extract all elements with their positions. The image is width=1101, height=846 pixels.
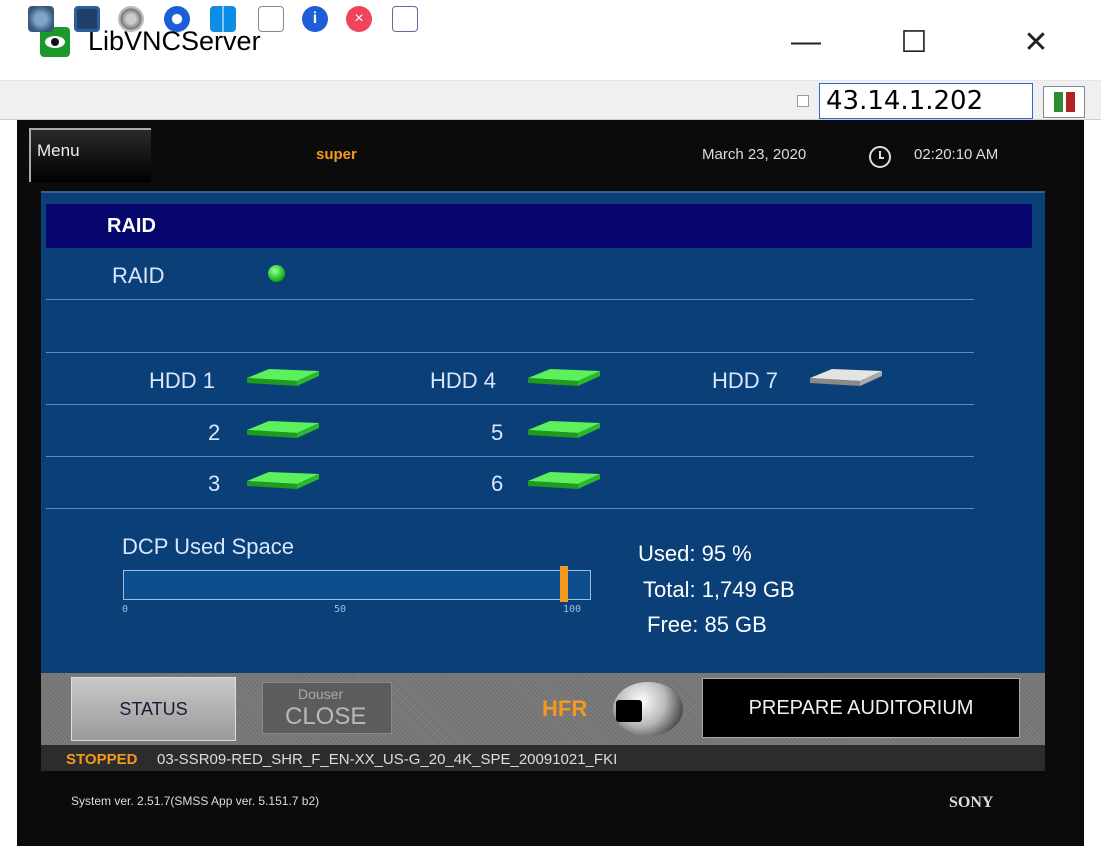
hdd-4-label: HDD 4 (430, 368, 497, 393)
hdd-5-icon[interactable] (528, 418, 600, 440)
hdd-4-icon[interactable] (528, 366, 600, 388)
divider (46, 456, 974, 457)
maximize-button[interactable]: ☐ (878, 12, 950, 72)
hdd-7-icon[interactable] (810, 366, 882, 388)
refresh-icon[interactable] (164, 6, 190, 32)
hdd-3-label: 3 (208, 471, 221, 496)
raid-status-label: RAID (112, 263, 165, 288)
view-only-checkbox[interactable] (797, 95, 809, 107)
user-label: super (316, 146, 357, 163)
prepare-auditorium-button[interactable]: PREPARE AUDITORIUM (702, 678, 1020, 738)
clock-icon (869, 146, 891, 168)
free-space-text: Free: 85 GB (647, 612, 767, 637)
scale-tick-label: 0 (122, 604, 129, 615)
connection-icon[interactable] (28, 6, 54, 32)
settings-icon[interactable] (118, 6, 144, 32)
raid-header-bar (46, 204, 1032, 248)
file-transfer-icon[interactable] (392, 6, 418, 32)
used-space-marker (560, 566, 568, 602)
divider (46, 352, 974, 353)
hdd-1-icon[interactable] (247, 366, 319, 388)
douser-label: Douser (298, 686, 344, 702)
hdd-1-label: HDD 1 (149, 368, 216, 393)
camera-icon (616, 700, 642, 722)
used-space-bar (123, 570, 591, 600)
minimize-button[interactable]: — (770, 12, 842, 72)
hdd-7-label: HDD 7 (712, 368, 779, 393)
close-button[interactable]: ✕ (1000, 12, 1072, 72)
brand-logo: SONY (949, 794, 994, 811)
divider (46, 404, 974, 405)
time-label: 02:20:10 AM (914, 146, 999, 163)
windows-key-icon[interactable] (210, 6, 236, 32)
disconnect-icon[interactable]: × (346, 6, 372, 32)
total-space-text: Total: 1,749 GB (643, 577, 795, 602)
dcp-used-space-label: DCP Used Space (122, 534, 295, 559)
raid-header-title: RAID (107, 215, 156, 237)
used-percent-text: Used: 95 % (638, 541, 752, 566)
status-button[interactable]: STATUS (71, 677, 236, 741)
divider (46, 508, 974, 509)
scale-tick-label: 100 (563, 604, 582, 615)
raid-status-led-icon (268, 265, 285, 282)
hdd-6-label: 6 (491, 471, 504, 496)
scale-tick-label: 50 (334, 604, 347, 615)
menu-label: Menu (37, 141, 80, 160)
playback-title: 03-SSR09-RED_SHR_F_EN-XX_US-G_20_4K_SPE_… (157, 751, 618, 768)
server-address-input[interactable]: 43.14.1.202 (819, 83, 1033, 119)
hdd-2-icon[interactable] (247, 418, 319, 440)
date-label: March 23, 2020 (702, 146, 807, 163)
hdd-6-icon[interactable] (528, 469, 600, 491)
keyboard-icon[interactable] (258, 6, 284, 32)
connection-status-indicator (1043, 86, 1085, 118)
douser-state: CLOSE (285, 703, 367, 730)
playback-state: STOPPED (66, 751, 138, 768)
system-version: System ver. 2.51.7(SMSS App ver. 5.151.7… (71, 794, 320, 808)
hdd-2-label: 2 (208, 420, 221, 445)
fullscreen-icon[interactable] (74, 6, 100, 32)
hdd-3-icon[interactable] (247, 469, 319, 491)
hfr-label: HFR (542, 696, 588, 721)
divider (46, 299, 974, 300)
hdd-5-label: 5 (491, 420, 504, 445)
info-icon[interactable]: i (302, 6, 328, 32)
